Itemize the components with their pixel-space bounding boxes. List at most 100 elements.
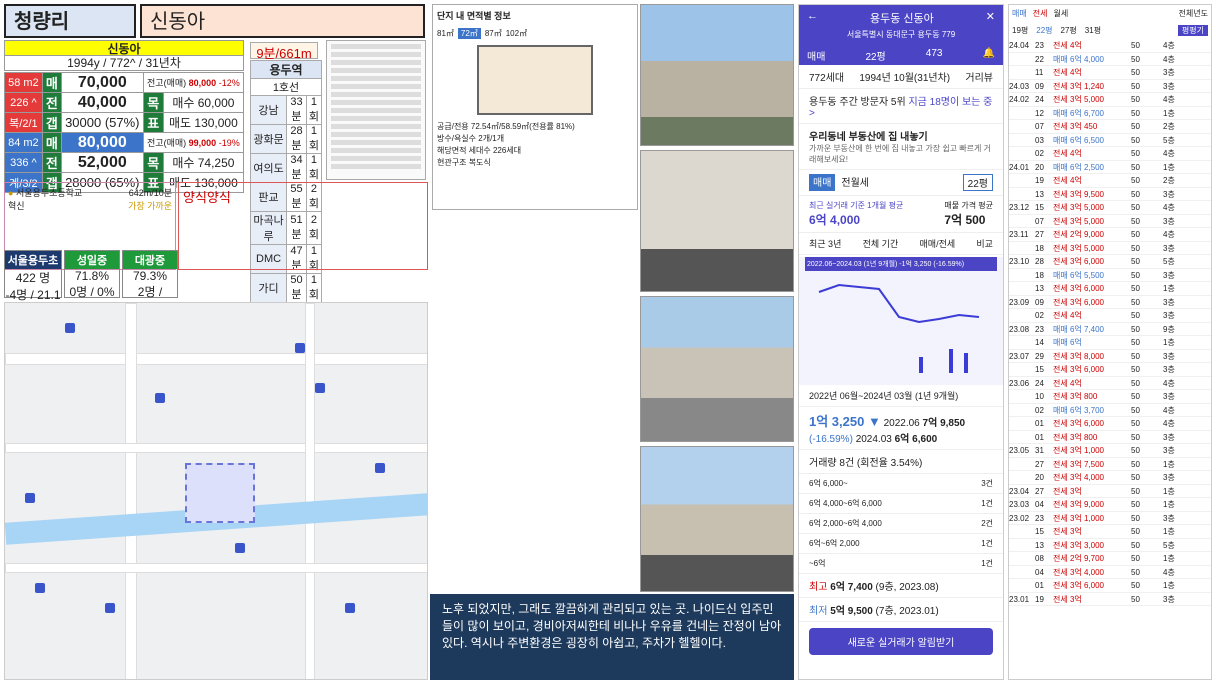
label-sale: 매 — [41, 72, 62, 93]
photo-street — [640, 446, 794, 592]
pyo-val: 130,000 — [194, 116, 238, 130]
app-panel: ← 용두동 신동아 ✕ 서울특별시 동대문구 용두동 779 매매 22평 473 🔔 7… — [798, 4, 1004, 680]
mok-val: 60,000 — [197, 96, 235, 110]
school-note: 가장 가까운 — [128, 201, 172, 211]
station-row: 광화문 28분 1회 — [249, 124, 323, 154]
mok: 목 — [142, 152, 164, 173]
app-title: 용두동 신동아 — [870, 13, 934, 25]
tx-row: 24.02 24 전세 3억 5,000 50 4층 — [1009, 93, 1211, 107]
pyo-label: 매도 — [168, 116, 192, 130]
floorplan-panel: 단지 내 면적별 정보 81㎡ 72㎡ 87㎡ 102㎡ 공급/전용 72.54… — [432, 4, 638, 210]
tx-row: 02 매매 6억 3,700 50 4층 — [1009, 404, 1211, 417]
station-name: 용두역 — [250, 60, 322, 79]
volume-bin: 6억 4,000~6억 6,000 1건 — [799, 494, 1003, 514]
tx-row: 23.07 29 전세 3억 8,000 50 3층 — [1009, 350, 1211, 363]
size-select[interactable]: 22평 — [865, 48, 885, 63]
region-title: 청량리 — [4, 4, 136, 38]
alert-button[interactable]: 새로운 실거래가 알림받기 — [809, 628, 993, 655]
memo: 양식양식 — [178, 182, 428, 270]
high-label: 전고(매매) — [147, 138, 187, 148]
app-address: 서울특별시 동대문구 용두동 779 — [846, 30, 956, 39]
tx-row: 23.06 24 전세 4억 50 4층 — [1009, 377, 1211, 390]
unit-size: 84 m2 — [4, 132, 43, 153]
tx-row: 23.08 23 매매 6억 7,400 50 9층 — [1009, 323, 1211, 336]
walk-time: 9분/661m — [250, 42, 318, 61]
tx-row: 01 전세 3억 6,000 50 1층 — [1009, 579, 1211, 593]
unit-floors: 226 ^ — [4, 92, 43, 113]
mok-label: 매수 — [172, 96, 195, 110]
complex-sub: 1994y / 772^ / 31년차 — [4, 56, 244, 71]
tx-row: 02 전세 4억 50 4층 — [1009, 147, 1211, 161]
unit-gap: 30000 (57%) — [60, 112, 144, 133]
tx-row: 01 전세 3억 6,000 50 4층 — [1009, 417, 1211, 431]
complex-area[interactable] — [185, 463, 255, 523]
label-sale: 매 — [41, 132, 62, 153]
tx-row: 23.09 09 전세 3억 6,000 50 3층 — [1009, 296, 1211, 309]
roadview-button[interactable]: 거리뷰 — [965, 69, 993, 84]
price-table: 58 m2 매 70,000 전고(매매) 80,000 -12% 226 ^ 전 40,… — [4, 72, 245, 193]
compare-button[interactable]: 평평기 — [1177, 25, 1208, 36]
tx-row: 23.03 04 전세 3억 9,000 50 1층 — [1009, 498, 1211, 512]
note: 노후 되었지만, 그래도 깔끔하게 관리되고 있는 곳. 나이드신 입주민들이 … — [430, 594, 794, 680]
tx-row: 01 전세 3억 800 50 3층 — [1009, 431, 1211, 444]
bell-icon[interactable]: 🔔 — [983, 48, 995, 63]
floorplan-image — [477, 45, 593, 115]
tx-row: 14 매매 6억 50 1층 — [1009, 336, 1211, 350]
comment-count[interactable]: 473 — [926, 48, 943, 63]
high-pct: -19% — [218, 138, 240, 148]
station-row: 강남 33분 1회 — [249, 95, 323, 125]
tx-row: 20 전세 3억 4,000 50 3층 — [1009, 471, 1211, 485]
area-tab[interactable]: 81㎡ — [437, 28, 454, 39]
price-chart[interactable]: 2022.06~2024.03 (1년 9개월) -1억 3,250 (-16.… — [799, 257, 1003, 385]
volume-bin: ~6억 1건 — [799, 554, 1003, 574]
tx-row: 08 전세 2억 9,700 50 1층 — [1009, 552, 1211, 566]
unit-sale: 80,000 — [60, 132, 144, 153]
volume-bin: 6억 6,000~ 3건 — [799, 474, 1003, 494]
tx-row: 23.02 23 전세 3억 1,000 50 3층 — [1009, 512, 1211, 525]
ad-banner[interactable]: 우리동네 부동산에 집 내놓기 가까운 부동산에 한 번에 집 내놓고 가장 쉽고… — [799, 124, 1003, 170]
tx-row: 24.03 09 전세 3억 1,240 50 3층 — [1009, 80, 1211, 93]
high-pct: -12% — [218, 78, 240, 88]
tx-row: 07 전세 3억 450 50 2층 — [1009, 120, 1211, 134]
unit-sale: 70,000 — [60, 72, 144, 93]
unit-cfg: 복/2/1 — [4, 112, 43, 133]
unit-floors: 336 ^ — [4, 152, 43, 173]
back-icon[interactable]: ← — [807, 10, 818, 22]
tx-row: 03 매매 6억 6,500 50 5층 — [1009, 134, 1211, 147]
tx-row: 23.12 15 전세 3억 5,000 50 4층 — [1009, 201, 1211, 215]
year-select[interactable]: 전체년도 — [1179, 8, 1208, 19]
school-card: 성일중 71.8% 0명 / 0% — [64, 250, 120, 299]
tx-row: 02 전세 4억 50 3층 — [1009, 309, 1211, 323]
photo-parking — [640, 296, 794, 442]
label-jeonse: 전 — [41, 92, 62, 113]
area-tab-active[interactable]: 72㎡ — [457, 28, 481, 39]
tx-row: 24.01 20 매매 6억 2,500 50 1층 — [1009, 161, 1211, 174]
tx-row: 23.01 19 전세 3억 50 3층 — [1009, 593, 1211, 606]
tx-row: 12 매매 6억 6,700 50 1층 — [1009, 107, 1211, 120]
area-tab[interactable]: 87㎡ — [485, 28, 502, 39]
tx-row: 04 전세 3억 4,000 50 4층 — [1009, 566, 1211, 579]
unit-jeonse: 52,000 — [60, 152, 144, 173]
tab-sale[interactable]: 매매 — [809, 174, 836, 191]
close-icon[interactable]: ✕ — [986, 10, 995, 23]
school-dist: 642m/10분 — [128, 188, 172, 198]
mok-label: 매수 — [172, 156, 195, 170]
station-line: 1호선 — [250, 78, 322, 96]
photo-building — [640, 4, 794, 146]
size-dropdown[interactable]: 22평 — [962, 174, 993, 191]
mini-table — [326, 40, 426, 180]
high-val: 99,000 — [188, 138, 217, 148]
tx-row: 23.05 31 전세 3억 1,000 50 3층 — [1009, 444, 1211, 458]
map[interactable] — [4, 302, 428, 680]
tx-row: 13 전세 3억 6,000 50 1층 — [1009, 282, 1211, 296]
mok: 목 — [142, 92, 164, 113]
tab-jeonse[interactable]: 전월세 — [841, 174, 869, 191]
tx-row: 15 전세 3억 50 1층 — [1009, 525, 1211, 539]
school-name: 서울용두초등학교 — [15, 188, 83, 198]
area-tab[interactable]: 102㎡ — [506, 28, 527, 39]
mok-val: 74,250 — [197, 156, 235, 170]
trade-type[interactable]: 매매 — [807, 48, 825, 63]
tx-row: 15 전세 3억 6,000 50 3층 — [1009, 363, 1211, 377]
school-card: 서울용두초 422 명 -4명 / 21.1 — [4, 250, 62, 302]
unit-jeonse: 40,000 — [60, 92, 144, 113]
